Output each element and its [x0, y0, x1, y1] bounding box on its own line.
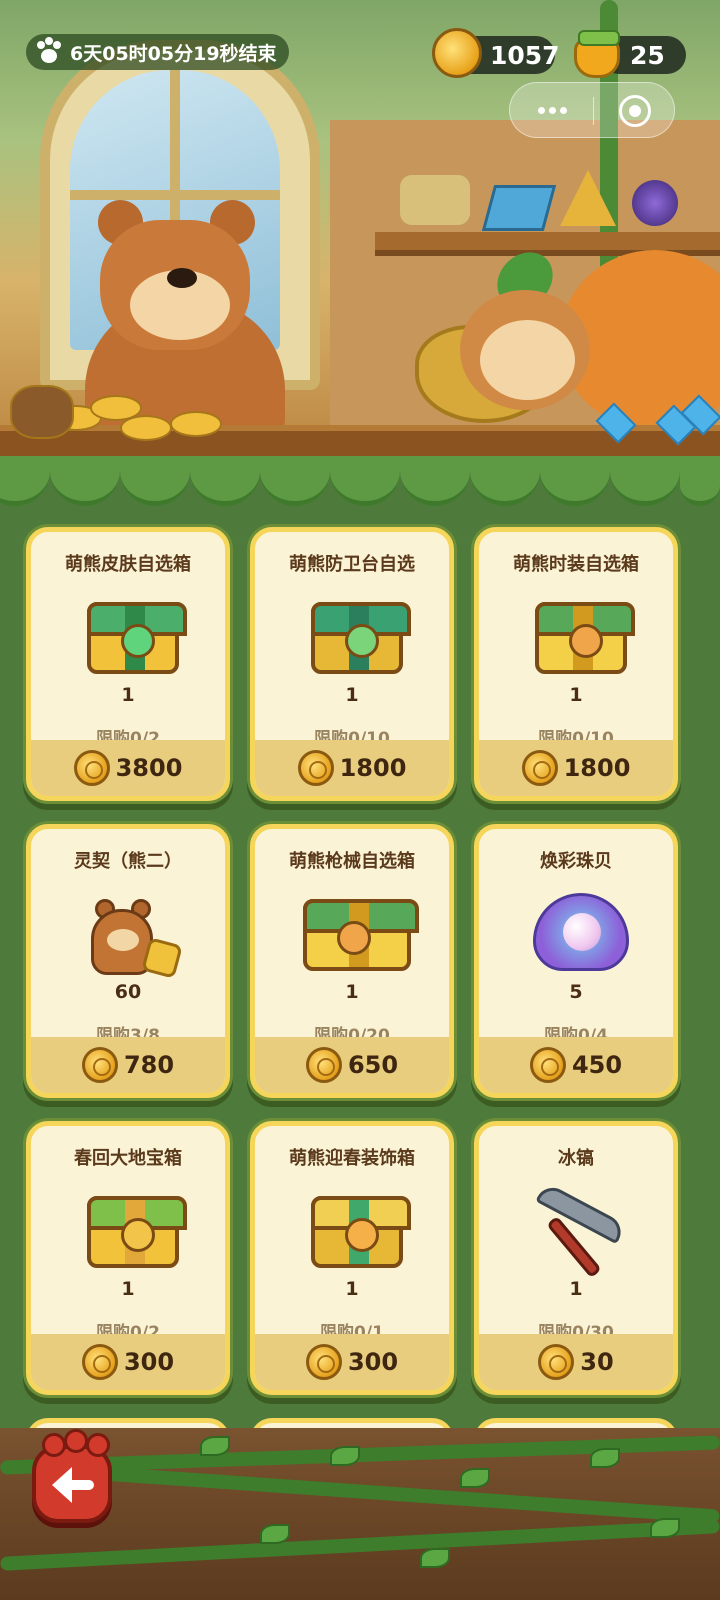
- item-quantity: 1: [121, 684, 135, 706]
- item-name: 焕彩珠贝: [540, 851, 612, 872]
- green-chest-icon: [83, 592, 187, 684]
- item-price: 300: [123, 1348, 175, 1376]
- buy-button[interactable]: 1800: [255, 740, 449, 796]
- wall-shelf: [375, 232, 720, 250]
- coin-icon: [538, 1344, 575, 1380]
- paw-icon: [34, 37, 64, 67]
- coin-icon: [81, 1047, 118, 1083]
- back-button[interactable]: [32, 1429, 112, 1523]
- honey-count: 25: [630, 40, 665, 70]
- item-name: 春回大地宝箱: [74, 1148, 182, 1169]
- awning-scallops: [0, 456, 720, 506]
- coin-icon: [73, 750, 110, 786]
- blue-crystals-icon: [590, 394, 720, 446]
- coin-icon: [81, 1344, 118, 1380]
- mini-program-capsule: [509, 82, 675, 138]
- event-countdown: 6天05时05分19秒结束: [26, 34, 289, 70]
- shop-item-card[interactable]: 冰镐 1 限购0/30 30: [474, 1121, 678, 1395]
- spring-chest-icon: [83, 1186, 187, 1278]
- coin-icon: [305, 1047, 342, 1083]
- coin-icon: [521, 750, 558, 786]
- pineapple-monkey: [450, 241, 610, 430]
- item-price: 650: [347, 1051, 399, 1079]
- scroll-bundle-icon: [400, 175, 470, 225]
- more-options-icon[interactable]: [538, 105, 568, 115]
- honey-jar-icon: [572, 24, 622, 80]
- item-name: 萌熊防卫台自选: [289, 554, 415, 575]
- item-name: 灵契（熊二）: [74, 851, 182, 872]
- capsule-divider: [593, 97, 594, 125]
- item-quantity: 1: [121, 1278, 135, 1300]
- buy-button[interactable]: 300: [255, 1334, 449, 1390]
- shop-item-card[interactable]: 萌熊迎春装饰箱 1 限购0/1 300: [250, 1121, 454, 1395]
- item-quantity: 1: [345, 1278, 359, 1300]
- honey-balance: 25: [574, 30, 686, 78]
- close-target-icon[interactable]: [619, 95, 651, 127]
- buy-button[interactable]: 1800: [479, 740, 673, 796]
- item-quantity: 1: [345, 684, 359, 706]
- item-quantity: 1: [345, 981, 359, 1003]
- shop-item-card[interactable]: 春回大地宝箱 1 限购0/2 300: [26, 1121, 230, 1395]
- item-name: 冰镐: [558, 1148, 594, 1169]
- item-price: 450: [571, 1051, 623, 1079]
- shop-item-card[interactable]: 萌熊枪械自选箱 1 限购0/20 650: [250, 824, 454, 1098]
- crystal-ball-icon: [632, 180, 678, 226]
- item-quantity: 1: [569, 684, 583, 706]
- vine-footer: [0, 1428, 720, 1600]
- countdown-text: 6天05时05分19秒结束: [70, 42, 277, 65]
- item-price: 300: [347, 1348, 399, 1376]
- item-name: 萌熊皮肤自选箱: [65, 554, 191, 575]
- item-price: 3800: [115, 754, 183, 782]
- buy-button[interactable]: 780: [31, 1037, 225, 1093]
- blue-gem-icon: [481, 185, 557, 231]
- gold-pyramid-icon: [560, 170, 616, 226]
- decor-chest-icon: [307, 1186, 411, 1278]
- shop-item-card[interactable]: 萌熊防卫台自选 1 限购0/10 1800: [250, 527, 454, 801]
- item-name: 萌熊迎春装饰箱: [289, 1148, 415, 1169]
- item-name: 萌熊时装自选箱: [513, 554, 639, 575]
- gold-chest-icon: [303, 889, 419, 981]
- buy-button[interactable]: 450: [479, 1037, 673, 1093]
- buy-button[interactable]: 650: [255, 1037, 449, 1093]
- teal-chest-icon: [307, 592, 411, 684]
- buy-button[interactable]: 30: [479, 1334, 673, 1390]
- item-name: 萌熊枪械自选箱: [289, 851, 415, 872]
- back-arrow-icon: [52, 1467, 96, 1503]
- coin-icon: [297, 750, 334, 786]
- item-price: 1800: [339, 754, 407, 782]
- shop-item-card[interactable]: 萌熊时装自选箱 1 限购0/10 1800: [474, 527, 678, 801]
- buy-button[interactable]: 3800: [31, 740, 225, 796]
- item-price: 1800: [563, 754, 631, 782]
- item-quantity: 5: [569, 981, 583, 1003]
- item-quantity: 60: [114, 981, 142, 1003]
- ice-pick-icon: [531, 1181, 631, 1279]
- item-price: 30: [580, 1348, 614, 1376]
- shop-item-card[interactable]: 萌熊皮肤自选箱 1 限购0/2 3800: [26, 527, 230, 801]
- coin-icon: [432, 28, 482, 78]
- gold-chest-icon: [531, 592, 635, 684]
- coin-icon: [305, 1344, 342, 1380]
- coin-balance: 1057: [432, 28, 560, 78]
- shop-item-card[interactable]: 灵契（熊二） 60 限购3/8 780: [26, 824, 230, 1098]
- coin-icon: [529, 1047, 566, 1083]
- item-price: 780: [123, 1051, 175, 1079]
- coin-pile-icon: [0, 365, 222, 441]
- bear-fragment-icon: [83, 889, 183, 981]
- pearl-shell-icon: [531, 889, 631, 981]
- shop-item-card[interactable]: 焕彩珠贝 5 限购0/4 450: [474, 824, 678, 1098]
- item-quantity: 1: [569, 1278, 583, 1300]
- coin-count: 1057: [490, 40, 560, 70]
- buy-button[interactable]: 300: [31, 1334, 225, 1390]
